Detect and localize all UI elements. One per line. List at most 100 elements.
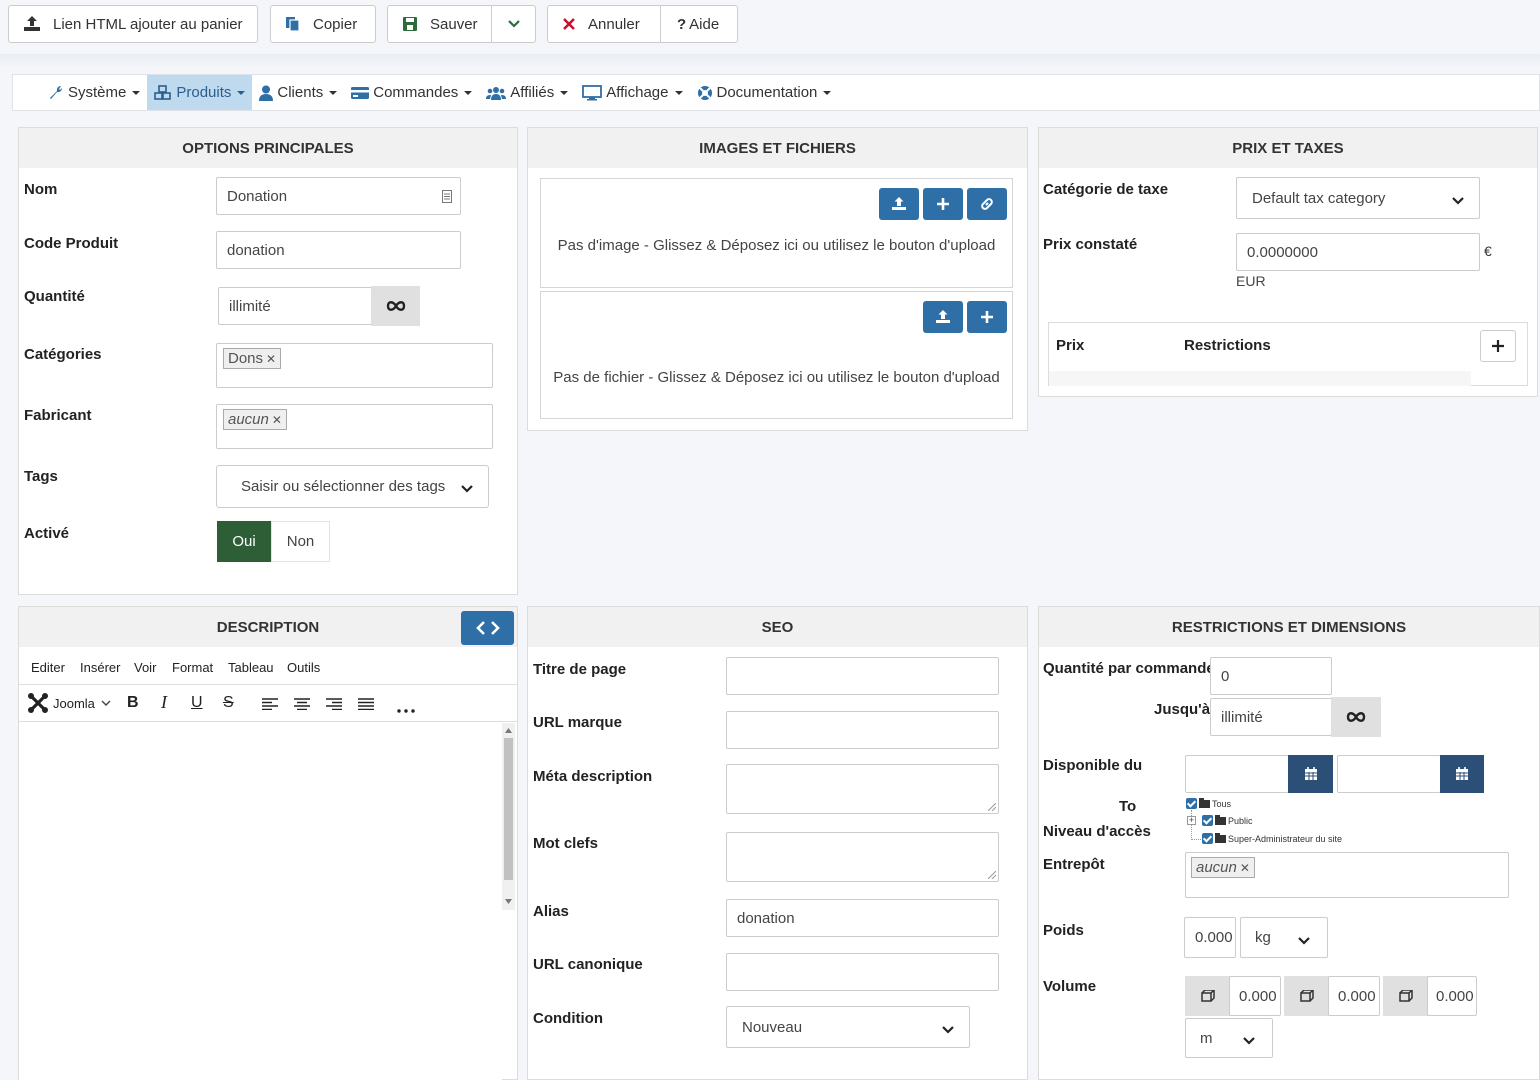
checkbox-checked-icon[interactable] bbox=[1202, 833, 1213, 844]
menu-item-commandes[interactable]: Commandes bbox=[344, 75, 479, 110]
page-title-input[interactable] bbox=[726, 657, 999, 695]
remove-icon[interactable]: ✕ bbox=[1240, 861, 1250, 875]
volume-unit-select[interactable]: m bbox=[1185, 1018, 1273, 1058]
list-price-input[interactable]: 0.0000000 bbox=[1236, 233, 1480, 271]
scroll-up-icon[interactable] bbox=[505, 728, 512, 733]
calendar-from-button[interactable] bbox=[1288, 755, 1333, 793]
condition-label: Condition bbox=[533, 1010, 603, 1027]
meta-description-textarea[interactable] bbox=[726, 764, 999, 814]
add-image-button[interactable] bbox=[923, 188, 963, 220]
menu-item-affichage[interactable]: Affichage bbox=[575, 75, 689, 110]
editor-menu-format[interactable]: Format bbox=[172, 660, 213, 675]
editor-scrollbar[interactable] bbox=[502, 723, 515, 910]
copy-button[interactable]: Copier bbox=[270, 5, 376, 43]
canonical-url-input[interactable] bbox=[726, 953, 999, 991]
add-file-button[interactable] bbox=[967, 301, 1007, 333]
available-to-input[interactable] bbox=[1337, 755, 1441, 793]
expand-icon[interactable]: + bbox=[1187, 816, 1196, 825]
product-code-input[interactable]: donation bbox=[216, 231, 461, 269]
editor-menu-editer[interactable]: Editer bbox=[31, 660, 65, 675]
cube-icon bbox=[1200, 990, 1215, 1002]
weight-label: Poids bbox=[1043, 922, 1084, 939]
underline-icon[interactable]: U bbox=[191, 694, 203, 712]
editor-content[interactable] bbox=[19, 723, 502, 910]
price-column-header: Prix bbox=[1056, 337, 1085, 354]
cancel-button[interactable]: Annuler bbox=[547, 5, 661, 43]
scroll-down-icon[interactable] bbox=[505, 899, 512, 904]
infinity-button[interactable] bbox=[1331, 697, 1381, 737]
resize-icon[interactable] bbox=[988, 803, 996, 811]
editor-content-lower[interactable] bbox=[19, 910, 502, 1080]
tree-label: Public bbox=[1228, 815, 1253, 826]
volume-height-input[interactable]: 0.000 bbox=[1427, 976, 1477, 1016]
warehouse-chip[interactable]: aucun ✕ bbox=[1191, 857, 1255, 878]
quantity-input[interactable]: illimité bbox=[218, 287, 372, 325]
italic-icon[interactable]: I bbox=[161, 692, 167, 713]
condition-select[interactable]: Nouveau bbox=[726, 1006, 970, 1048]
strikethrough-icon[interactable]: S bbox=[223, 694, 234, 712]
align-center-icon[interactable] bbox=[294, 697, 310, 714]
add-price-button[interactable] bbox=[1480, 330, 1516, 362]
desktop-icon bbox=[582, 84, 603, 100]
link-image-button[interactable] bbox=[967, 188, 1007, 220]
editor-menu-tableau[interactable]: Tableau bbox=[228, 660, 274, 675]
volume-length-input[interactable]: 0.000 bbox=[1229, 976, 1281, 1016]
qty-per-order-value: 0 bbox=[1221, 667, 1230, 685]
menu-bar: Système Produits Clients Commandes Affil… bbox=[12, 74, 1540, 111]
manufacturer-chip[interactable]: aucun ✕ bbox=[223, 409, 287, 430]
alias-input[interactable]: donation bbox=[726, 899, 999, 937]
align-justify-icon[interactable] bbox=[358, 697, 374, 714]
category-chip[interactable]: Dons ✕ bbox=[223, 348, 282, 369]
volume-width-input[interactable]: 0.000 bbox=[1328, 976, 1380, 1016]
keywords-textarea[interactable] bbox=[726, 832, 999, 882]
editor-menu-voir[interactable]: Voir bbox=[134, 660, 156, 675]
name-input[interactable]: Donation bbox=[216, 177, 461, 215]
save-dropdown-button[interactable] bbox=[491, 5, 536, 43]
tags-select[interactable]: Saisir ou sélectionner des tags bbox=[216, 465, 489, 508]
categories-input[interactable]: Dons ✕ bbox=[216, 343, 493, 388]
tree-item-all[interactable]: Tous bbox=[1186, 797, 1231, 809]
align-right-icon[interactable] bbox=[326, 697, 342, 714]
price-table-row bbox=[1049, 371, 1471, 386]
joomla-dropdown[interactable]: Joomla bbox=[27, 692, 111, 714]
infinity-button[interactable] bbox=[371, 286, 420, 326]
weight-input[interactable]: 0.000 bbox=[1184, 917, 1236, 958]
calendar-to-button[interactable] bbox=[1440, 755, 1484, 793]
available-from-input[interactable] bbox=[1185, 755, 1289, 793]
canonical-url-label: URL canonique bbox=[533, 956, 643, 973]
bold-icon[interactable]: B bbox=[127, 694, 139, 712]
qty-per-order-input[interactable]: 0 bbox=[1210, 657, 1332, 695]
manufacturer-input[interactable]: aucun ✕ bbox=[216, 404, 493, 449]
until-input[interactable]: illimité bbox=[1210, 698, 1332, 736]
upload-icon bbox=[892, 197, 906, 210]
html-link-button[interactable]: Lien HTML ajouter au panier bbox=[8, 5, 258, 43]
menu-item-clients[interactable]: Clients bbox=[252, 75, 344, 110]
align-left-icon[interactable] bbox=[262, 697, 278, 714]
warehouse-input[interactable]: aucun ✕ bbox=[1185, 852, 1509, 898]
tree-item-public[interactable]: Public bbox=[1202, 814, 1253, 826]
resize-icon[interactable] bbox=[988, 871, 996, 879]
checkbox-checked-icon[interactable] bbox=[1186, 798, 1197, 809]
active-no-button[interactable]: Non bbox=[271, 521, 330, 562]
weight-unit-select[interactable]: kg bbox=[1240, 917, 1328, 958]
save-button[interactable]: Sauver bbox=[387, 5, 492, 43]
checkbox-checked-icon[interactable] bbox=[1202, 815, 1213, 826]
toggle-editor-button[interactable] bbox=[461, 611, 514, 645]
more-icon[interactable] bbox=[397, 700, 415, 717]
active-yes-button[interactable]: Oui bbox=[217, 521, 271, 562]
remove-icon[interactable]: ✕ bbox=[266, 352, 276, 366]
menu-item-affilies[interactable]: Affiliés bbox=[479, 75, 575, 110]
upload-file-button[interactable] bbox=[923, 301, 963, 333]
scrollbar-thumb[interactable] bbox=[504, 738, 513, 880]
menu-item-produits[interactable]: Produits bbox=[147, 75, 253, 110]
upload-image-button[interactable] bbox=[879, 188, 919, 220]
help-button[interactable]: ? Aide bbox=[660, 5, 738, 43]
editor-menu-outils[interactable]: Outils bbox=[287, 660, 320, 675]
editor-menu-inserer[interactable]: Insérer bbox=[80, 660, 120, 675]
menu-item-systeme[interactable]: Système bbox=[41, 75, 147, 110]
menu-item-documentation[interactable]: Documentation bbox=[690, 75, 839, 110]
remove-icon[interactable]: ✕ bbox=[272, 413, 282, 427]
tax-category-select[interactable]: Default tax category bbox=[1236, 177, 1480, 219]
url-brand-input[interactable] bbox=[726, 711, 999, 749]
tree-item-super-admin[interactable]: Super-Administrateur du site bbox=[1202, 832, 1342, 844]
